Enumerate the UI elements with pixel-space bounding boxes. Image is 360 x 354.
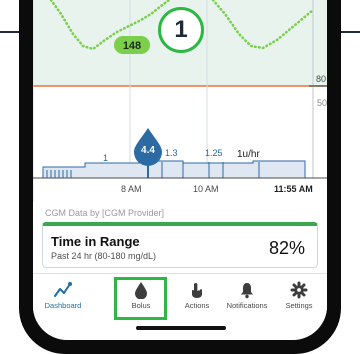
phone-frame: 148 4.4 1 1.3 1.25 1u/hr 80 50 8 AM 10 A… xyxy=(19,0,341,354)
time-in-range-subtitle: Past 24 hr (80-180 mg/dL) xyxy=(51,251,157,261)
cgm-source-note: CGM Data by [CGM Provider] xyxy=(45,208,165,218)
y-tick-50: 50 xyxy=(317,98,327,108)
time-in-range-card[interactable]: Time in Range Past 24 hr (80-180 mg/dL) … xyxy=(42,222,318,268)
svg-text:1.25: 1.25 xyxy=(205,148,223,158)
tab-actions[interactable]: Actions xyxy=(171,278,223,318)
tab-notifications[interactable]: Notifications xyxy=(221,278,273,318)
x-tick-now: 11:55 AM xyxy=(274,184,313,194)
micro-boluses xyxy=(46,170,72,178)
time-in-range-title: Time in Range xyxy=(51,234,140,249)
tab-settings[interactable]: Settings xyxy=(273,278,325,318)
y-tick-80: 80 xyxy=(316,74,327,84)
bell-icon xyxy=(241,283,253,299)
tab-label: Notifications xyxy=(226,301,268,310)
bolus-tab-highlight xyxy=(114,277,167,320)
gear-icon xyxy=(290,281,308,299)
chart-line-icon xyxy=(54,282,72,297)
tab-label: Settings xyxy=(285,301,313,310)
time-in-range-value: 82% xyxy=(268,238,305,258)
home-indicator[interactable] xyxy=(136,326,226,330)
tab-label: Dashboard xyxy=(44,301,82,310)
svg-text:148: 148 xyxy=(123,40,141,52)
step-callout: 1 xyxy=(158,7,204,53)
x-tick-10am: 10 AM xyxy=(193,184,219,194)
hand-tap-icon xyxy=(192,283,202,298)
svg-text:1.3: 1.3 xyxy=(165,148,178,158)
basal-area xyxy=(42,160,306,179)
svg-text:1: 1 xyxy=(103,153,108,163)
tab-dashboard[interactable]: Dashboard xyxy=(37,278,89,318)
step-number: 1 xyxy=(174,16,188,43)
svg-text:4.4: 4.4 xyxy=(141,145,155,156)
bottom-tab-bar: Dashboard Bolus Actions Notifications Se… xyxy=(33,273,327,322)
x-tick-8am: 8 AM xyxy=(121,184,142,194)
svg-text:1u/hr: 1u/hr xyxy=(237,149,260,160)
tab-label: Actions xyxy=(184,301,210,310)
